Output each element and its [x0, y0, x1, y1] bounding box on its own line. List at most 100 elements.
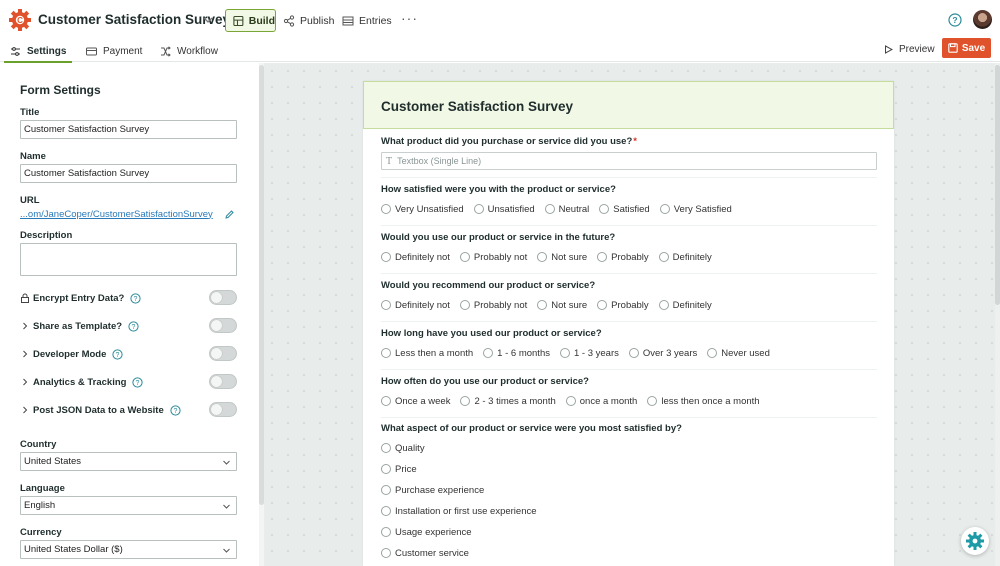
- radio-option[interactable]: Unsatisfied: [473, 204, 535, 215]
- radio-button[interactable]: [381, 396, 391, 406]
- radio-option[interactable]: 1 - 3 years: [559, 348, 619, 359]
- radio-option[interactable]: Probably not: [459, 252, 527, 263]
- radio-option[interactable]: Usage experience: [381, 525, 472, 539]
- save-button[interactable]: Save: [942, 38, 991, 58]
- chevron-right-icon[interactable]: [20, 349, 30, 359]
- radio-option[interactable]: Never used: [707, 348, 770, 359]
- tab-payment[interactable]: Payment: [86, 40, 142, 62]
- radio-button[interactable]: [658, 300, 669, 310]
- avatar[interactable]: [973, 10, 992, 29]
- radio-button[interactable]: [381, 300, 391, 310]
- radio-button[interactable]: [381, 527, 391, 537]
- pencil-icon[interactable]: [224, 209, 235, 220]
- help-icon[interactable]: ?: [170, 404, 181, 416]
- radio-button[interactable]: [459, 252, 470, 262]
- chevron-right-icon[interactable]: [20, 405, 30, 415]
- tab-workflow[interactable]: Workflow: [160, 40, 218, 62]
- form-url-link[interactable]: ...om/JaneCoper/CustomerSatisfactionSurv…: [20, 209, 213, 220]
- chevron-right-icon[interactable]: [20, 321, 30, 331]
- radio-option[interactable]: Price: [381, 462, 417, 476]
- form-header[interactable]: Customer Satisfaction Survey: [363, 81, 894, 129]
- radio-button[interactable]: [381, 464, 391, 474]
- radio-button[interactable]: [381, 506, 391, 516]
- radio-option[interactable]: Not sure: [537, 300, 587, 311]
- radio-option[interactable]: Definitely: [658, 300, 712, 311]
- question-title[interactable]: How often do you use our product or serv…: [381, 376, 589, 387]
- entries-button[interactable]: Entries: [342, 9, 392, 32]
- radio-button[interactable]: [381, 443, 391, 453]
- radio-option[interactable]: Definitely: [658, 252, 712, 263]
- radio-button[interactable]: [659, 204, 670, 214]
- radio-button[interactable]: [473, 204, 484, 214]
- question-title[interactable]: What product did you purchase or service…: [381, 136, 637, 147]
- help-icon[interactable]: ?: [112, 348, 123, 360]
- question-title[interactable]: Would you use our product or service in …: [381, 232, 615, 243]
- canvas-scrollbar[interactable]: [995, 63, 1000, 566]
- radio-button[interactable]: [381, 548, 391, 558]
- radio-option[interactable]: Over 3 years: [628, 348, 697, 359]
- radio-button[interactable]: [658, 252, 669, 262]
- radio-button[interactable]: [628, 348, 639, 358]
- radio-option[interactable]: 1 - 6 months: [483, 348, 550, 359]
- chevron-down-icon[interactable]: [202, 14, 214, 26]
- radio-option[interactable]: Less then a month: [381, 348, 473, 359]
- share-template-toggle[interactable]: [209, 318, 237, 333]
- analytics-toggle[interactable]: [209, 374, 237, 389]
- publish-button[interactable]: Publish: [283, 9, 334, 32]
- radio-option[interactable]: Quality: [381, 441, 425, 455]
- radio-button[interactable]: [599, 204, 610, 214]
- radio-option[interactable]: Definitely not: [381, 300, 450, 311]
- radio-button[interactable]: [597, 300, 608, 310]
- radio-button[interactable]: [537, 252, 548, 262]
- logo-icon[interactable]: C: [9, 9, 31, 31]
- more-menu-button[interactable]: ···: [401, 6, 418, 29]
- radio-option[interactable]: less then once a month: [647, 396, 760, 407]
- radio-button[interactable]: [381, 348, 391, 358]
- question-title[interactable]: How long have you used our product or se…: [381, 328, 602, 339]
- build-button[interactable]: Build: [225, 9, 276, 32]
- radio-button[interactable]: [459, 300, 470, 310]
- radio-button[interactable]: [460, 396, 471, 406]
- help-icon[interactable]: ?: [132, 376, 144, 388]
- chevron-right-icon[interactable]: [20, 377, 30, 387]
- radio-button[interactable]: [381, 252, 391, 262]
- radio-option[interactable]: 2 - 3 times a month: [460, 396, 556, 407]
- tab-settings[interactable]: Settings: [3, 40, 73, 63]
- radio-option[interactable]: Neutral: [544, 204, 589, 215]
- help-icon[interactable]: ?: [948, 13, 962, 27]
- radio-button[interactable]: [544, 204, 555, 214]
- radio-option[interactable]: Probably: [597, 300, 649, 311]
- radio-option[interactable]: Once a week: [381, 396, 450, 407]
- radio-option[interactable]: Purchase experience: [381, 483, 484, 497]
- radio-button[interactable]: [381, 204, 391, 214]
- radio-button[interactable]: [597, 252, 608, 262]
- product-textbox[interactable]: T Textbox (Single Line): [381, 152, 877, 170]
- radio-button[interactable]: [537, 300, 548, 310]
- radio-option[interactable]: Very Satisfied: [659, 204, 732, 215]
- scrollbar-thumb[interactable]: [995, 65, 1000, 305]
- radio-option[interactable]: Very Unsatisfied: [381, 204, 464, 215]
- question-title[interactable]: How satisfied were you with the product …: [381, 184, 616, 195]
- radio-option[interactable]: once a month: [565, 396, 637, 407]
- post-json-toggle[interactable]: [209, 402, 237, 417]
- radio-button[interactable]: [647, 396, 658, 406]
- name-field[interactable]: Customer Satisfaction Survey: [20, 164, 237, 183]
- title-field[interactable]: Customer Satisfaction Survey: [20, 120, 237, 139]
- radio-option[interactable]: Customer service: [381, 546, 469, 560]
- radio-option[interactable]: Probably not: [459, 300, 527, 311]
- radio-option[interactable]: Installation or first use experience: [381, 504, 537, 518]
- language-select[interactable]: English: [20, 496, 237, 515]
- description-field[interactable]: [20, 243, 237, 276]
- radio-option[interactable]: Definitely not: [381, 252, 450, 263]
- radio-option[interactable]: Not sure: [537, 252, 587, 263]
- radio-button[interactable]: [707, 348, 718, 358]
- radio-button[interactable]: [565, 396, 576, 406]
- preview-button[interactable]: Preview: [884, 42, 935, 56]
- radio-option[interactable]: Satisfied: [599, 204, 650, 215]
- developer-mode-toggle[interactable]: [209, 346, 237, 361]
- floating-settings-button[interactable]: [961, 527, 989, 555]
- question-title[interactable]: Would you recommend our product or servi…: [381, 280, 595, 291]
- radio-option[interactable]: Probably: [597, 252, 649, 263]
- country-select[interactable]: United States: [20, 452, 237, 471]
- currency-select[interactable]: United States Dollar ($): [20, 540, 237, 559]
